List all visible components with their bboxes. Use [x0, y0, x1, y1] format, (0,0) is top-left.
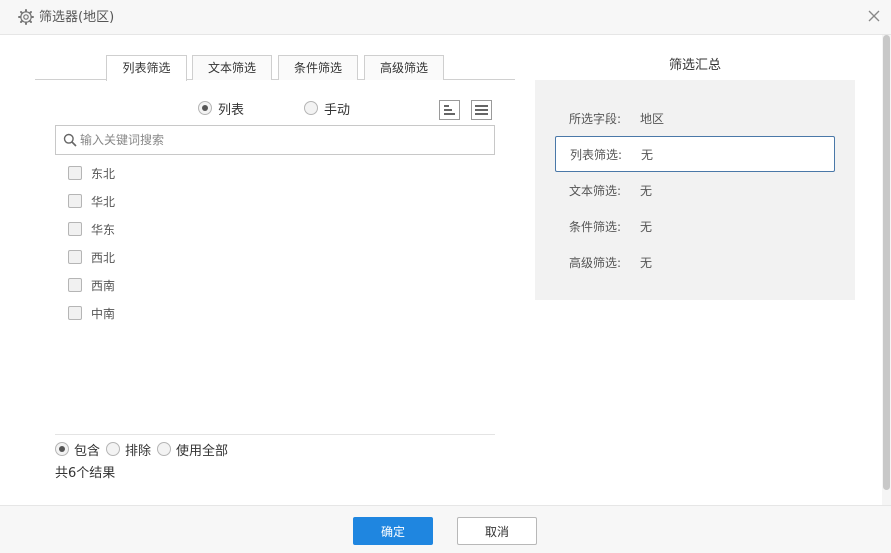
menu-icon	[475, 105, 488, 115]
cancel-button[interactable]: 取消	[457, 517, 537, 545]
radio-manual-mode[interactable]: 手动	[304, 99, 351, 118]
summary-key: 条件筛选:	[569, 219, 622, 234]
list-item[interactable]: 华东	[68, 215, 488, 243]
item-checkbox[interactable]	[68, 250, 82, 264]
item-label: 中南	[91, 306, 116, 321]
radio-label: 包含	[74, 443, 101, 459]
summary-key: 文本筛选:	[569, 183, 622, 198]
summary-row-text-filter[interactable]: 文本筛选: 无	[555, 172, 835, 208]
radio-button[interactable]	[198, 101, 212, 115]
summary-value: 无	[640, 219, 653, 234]
radio-use-all[interactable]: 使用全部	[157, 440, 228, 459]
ok-button[interactable]: 确定	[353, 517, 433, 545]
dialog-titlebar: 筛选器(地区)	[0, 0, 891, 35]
tab-text-filter[interactable]: 文本筛选	[192, 55, 272, 80]
summary-value: 无	[640, 255, 653, 270]
summary-value: 无	[640, 183, 653, 198]
item-label: 华东	[91, 222, 116, 237]
search-box	[55, 125, 495, 155]
radio-label: 列表	[218, 102, 245, 118]
radio-button[interactable]	[55, 442, 69, 456]
list-item[interactable]: 华北	[68, 187, 488, 215]
tab-condition-filter[interactable]: 条件筛选	[278, 55, 358, 80]
summary-row-list-filter[interactable]: 列表筛选: 无	[555, 136, 835, 172]
match-mode-group: 包含 排除 使用全部	[55, 440, 234, 459]
radio-label: 排除	[125, 443, 152, 459]
summary-key: 高级筛选:	[569, 255, 622, 270]
gear-icon	[18, 9, 34, 25]
result-count: 共6个结果	[55, 466, 116, 481]
sort-icon	[444, 105, 455, 115]
item-checkbox[interactable]	[68, 306, 82, 320]
summary-key: 列表筛选:	[570, 147, 623, 162]
list-item[interactable]: 西北	[68, 243, 488, 271]
item-label: 东北	[91, 166, 116, 181]
radio-exclude[interactable]: 排除	[106, 440, 151, 459]
list-item[interactable]: 东北	[68, 159, 488, 187]
close-icon[interactable]	[867, 9, 881, 23]
item-checkbox[interactable]	[68, 166, 82, 180]
dialog-footer: 确定 取消	[0, 505, 891, 553]
summary-title: 筛选汇总	[668, 58, 721, 73]
scrollbar-thumb[interactable]	[883, 35, 890, 490]
item-label: 华北	[91, 194, 116, 209]
item-label: 西北	[91, 250, 116, 265]
item-checkbox[interactable]	[68, 194, 82, 208]
radio-list-mode[interactable]: 列表	[198, 99, 245, 118]
radio-label: 手动	[324, 102, 351, 118]
filter-value-list: 东北 华北 华东 西北 西南 中南	[68, 159, 488, 327]
tab-list-filter[interactable]: 列表筛选	[106, 55, 187, 81]
item-label: 西南	[91, 278, 116, 293]
summary-key: 所选字段:	[569, 111, 622, 126]
summary-row-advanced-filter[interactable]: 高级筛选: 无	[555, 244, 835, 280]
summary-value: 无	[641, 147, 654, 162]
item-checkbox[interactable]	[68, 222, 82, 236]
search-input[interactable]	[80, 130, 480, 150]
radio-button[interactable]	[106, 442, 121, 456]
tab-advanced-filter[interactable]: 高级筛选	[364, 55, 444, 80]
summary-value: 地区	[640, 111, 665, 126]
radio-button[interactable]	[304, 101, 318, 115]
summary-row-condition-filter[interactable]: 条件筛选: 无	[555, 208, 835, 244]
summary-panel: 所选字段: 地区 列表筛选: 无 文本筛选: 无 条件筛选: 无 高级筛选: 无	[535, 80, 855, 300]
menu-button[interactable]	[471, 100, 492, 120]
dialog-title: 筛选器(地区)	[39, 10, 115, 25]
radio-label: 使用全部	[176, 443, 229, 459]
vertical-scrollbar[interactable]	[882, 35, 891, 505]
radio-include[interactable]: 包含	[55, 440, 100, 459]
summary-row-field[interactable]: 所选字段: 地区	[555, 100, 835, 136]
sort-button[interactable]	[439, 100, 460, 120]
radio-button[interactable]	[157, 442, 172, 456]
list-item[interactable]: 中南	[68, 299, 488, 327]
list-item[interactable]: 西南	[68, 271, 488, 299]
search-icon	[63, 133, 77, 147]
item-checkbox[interactable]	[68, 278, 82, 292]
list-divider	[55, 434, 495, 435]
